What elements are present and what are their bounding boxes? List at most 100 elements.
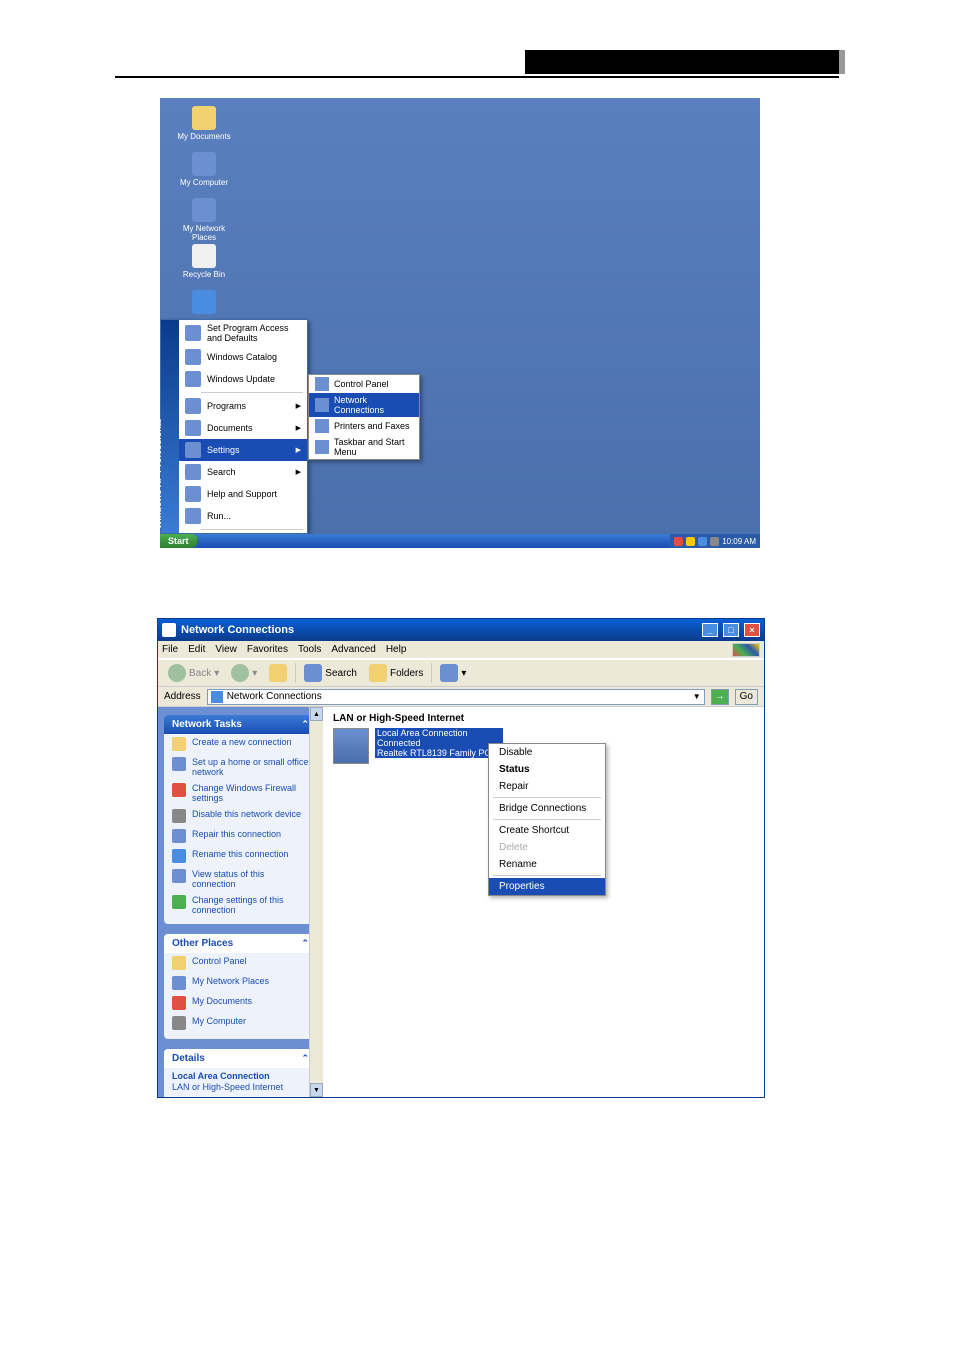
search-button[interactable]: Search — [300, 662, 361, 684]
menubar: File Edit View Favorites Tools Advanced Help — [158, 641, 764, 659]
context-item[interactable]: Create Shortcut — [489, 822, 605, 839]
address-label: Address — [164, 691, 201, 702]
start-item-icon — [185, 508, 201, 524]
context-item[interactable]: Bridge Connections — [489, 800, 605, 817]
place-link[interactable]: Control Panel — [164, 953, 317, 973]
up-icon — [269, 664, 287, 682]
desktop-icon[interactable]: Recycle Bin — [174, 244, 234, 279]
place-link[interactable]: My Documents — [164, 993, 317, 1013]
minimize-button[interactable]: _ — [702, 623, 718, 637]
place-link[interactable]: My Computer — [164, 1013, 317, 1033]
back-button[interactable]: Back ▾ — [164, 662, 223, 684]
tray-icon[interactable] — [710, 537, 719, 546]
start-item-icon — [185, 464, 201, 480]
context-separator — [493, 797, 601, 798]
address-value: Network Connections — [227, 691, 322, 702]
place-icon — [172, 1016, 186, 1030]
arrow-icon: ▶ — [296, 446, 301, 454]
context-item[interactable]: Properties — [489, 878, 605, 895]
go-arrow-button[interactable]: → — [711, 689, 729, 705]
start-item[interactable]: Documents▶ — [179, 417, 307, 439]
details-name: Local Area Connection — [172, 1071, 270, 1081]
task-link[interactable]: Change Windows Firewall settings — [164, 780, 317, 806]
task-link[interactable]: Change settings of this connection — [164, 892, 317, 918]
start-item[interactable]: Set Program Access and Defaults — [179, 320, 307, 346]
place-label: Control Panel — [192, 956, 247, 966]
desktop-icon-glyph — [192, 244, 216, 268]
panel-header[interactable]: Network Tasks⌃ — [164, 715, 317, 734]
menu-edit[interactable]: Edit — [188, 644, 205, 655]
start-item[interactable]: Windows Update — [179, 368, 307, 390]
start-item[interactable]: Settings▶ — [179, 439, 307, 461]
up-button[interactable] — [265, 662, 291, 684]
task-link[interactable]: View status of this connection — [164, 866, 317, 892]
arrow-icon: ▶ — [296, 402, 301, 410]
task-link[interactable]: Disable this network device — [164, 806, 317, 826]
panel-header[interactable]: Other Places⌃ — [164, 934, 317, 953]
context-item[interactable]: Disable — [489, 744, 605, 761]
forward-button[interactable]: ▾ — [227, 662, 261, 684]
maximize-button[interactable]: □ — [723, 623, 739, 637]
menu-help[interactable]: Help — [386, 644, 407, 655]
scroll-down-button[interactable]: ▼ — [310, 1083, 323, 1097]
views-button[interactable]: ▾ — [436, 662, 470, 684]
menu-favorites[interactable]: Favorites — [247, 644, 288, 655]
start-item-label: Windows Catalog — [207, 352, 277, 362]
panel-title: Details — [172, 1053, 205, 1064]
start-item[interactable]: Run... — [179, 505, 307, 527]
start-item[interactable]: Programs▶ — [179, 395, 307, 417]
tray-icon[interactable] — [686, 537, 695, 546]
start-item[interactable]: Windows Catalog — [179, 346, 307, 368]
start-item[interactable]: Search▶ — [179, 461, 307, 483]
submenu-item-icon — [315, 440, 329, 454]
menu-advanced[interactable]: Advanced — [331, 644, 375, 655]
tray-icon[interactable] — [674, 537, 683, 546]
context-item[interactable]: Status — [489, 761, 605, 778]
scrollbar[interactable]: ▲ ▼ — [309, 707, 323, 1097]
submenu-item[interactable]: Network Connections — [309, 393, 419, 417]
desktop-icon[interactable]: My Computer — [174, 152, 234, 187]
task-icon — [172, 895, 186, 909]
folders-button[interactable]: Folders — [365, 662, 427, 684]
details-panel: Details⌃ Local Area Connection LAN or Hi… — [164, 1049, 317, 1097]
submenu-item[interactable]: Control Panel — [309, 375, 419, 393]
start-item[interactable]: Help and Support — [179, 483, 307, 505]
desktop-icon[interactable]: My Network Places — [174, 198, 234, 242]
task-link[interactable]: Repair this connection — [164, 826, 317, 846]
desktop-icon-glyph — [192, 290, 216, 314]
other-places-panel: Other Places⌃ Control Panel My Network Pl… — [164, 934, 317, 1039]
context-item[interactable]: Repair — [489, 778, 605, 795]
menu-view[interactable]: View — [215, 644, 237, 655]
tray-icon[interactable] — [698, 537, 707, 546]
task-label: Set up a home or small office network — [192, 757, 309, 777]
panel-title: Network Tasks — [172, 719, 242, 730]
submenu-item[interactable]: Taskbar and Start Menu — [309, 435, 419, 459]
task-label: Change Windows Firewall settings — [192, 783, 309, 803]
close-button[interactable]: × — [744, 623, 760, 637]
start-item-icon — [185, 349, 201, 365]
place-label: My Documents — [192, 996, 252, 1006]
menu-tools[interactable]: Tools — [298, 644, 321, 655]
task-icon — [172, 809, 186, 823]
network-tasks-panel: Network Tasks⌃ Create a new connection Se… — [164, 715, 317, 924]
context-separator — [493, 819, 601, 820]
menu-file[interactable]: File — [162, 644, 178, 655]
scroll-up-button[interactable]: ▲ — [310, 707, 323, 721]
address-field[interactable]: Network Connections ▼ — [207, 689, 705, 705]
start-button[interactable]: Start — [160, 534, 197, 548]
submenu-item-label: Network Connections — [334, 395, 413, 415]
task-link[interactable]: Create a new connection — [164, 734, 317, 754]
submenu-item[interactable]: Printers and Faxes — [309, 417, 419, 435]
desktop-icon-label: My Documents — [174, 132, 234, 141]
task-link[interactable]: Set up a home or small office network — [164, 754, 317, 780]
task-link[interactable]: Rename this connection — [164, 846, 317, 866]
go-button[interactable]: Go — [735, 689, 758, 705]
place-link[interactable]: My Network Places — [164, 973, 317, 993]
task-pane: ▲ ▼ Network Tasks⌃ Create a new connecti… — [158, 707, 323, 1097]
task-label: View status of this connection — [192, 869, 309, 889]
panel-header[interactable]: Details⌃ — [164, 1049, 317, 1068]
context-item[interactable]: Rename — [489, 856, 605, 873]
desktop-icon[interactable]: My Documents — [174, 106, 234, 141]
desktop-icon[interactable] — [174, 290, 234, 316]
arrow-icon: ▶ — [296, 468, 301, 476]
